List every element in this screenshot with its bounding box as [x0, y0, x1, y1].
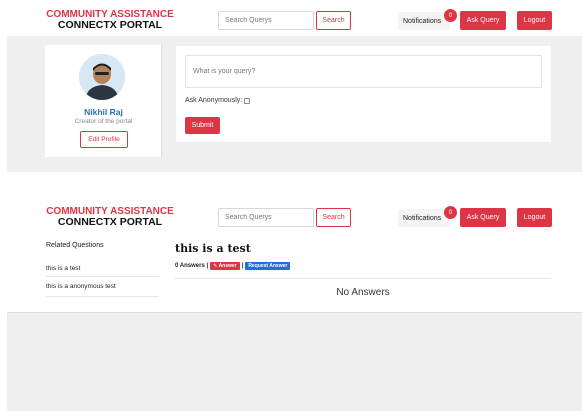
submit-button[interactable]: Submit — [185, 117, 220, 134]
ask-query-button-2[interactable]: Ask Query — [460, 208, 506, 227]
empty-answers-message: No Answers — [336, 287, 390, 298]
question-meta: 0 Answers | ✎ Answer | Request Answer — [175, 262, 291, 270]
search-input-2[interactable] — [218, 208, 314, 227]
notifications-button-2[interactable]: Notifications — [398, 209, 450, 227]
avatar-image — [79, 54, 125, 100]
notifications-count-badge: 0 — [444, 9, 457, 22]
top-navbar-2: COMMUNITY ASSISTANCE CONNECTX PORTAL Sea… — [0, 201, 582, 233]
notifications-count-badge-2: 0 — [444, 206, 457, 219]
divider — [46, 276, 159, 277]
logo-line2: CONNECTX PORTAL — [57, 19, 163, 31]
site-logo-2[interactable]: COMMUNITY ASSISTANCE CONNECTX PORTAL — [46, 207, 174, 228]
edit-profile-button[interactable]: Edit Profile — [80, 131, 128, 148]
footer-area — [7, 312, 582, 411]
divider — [175, 278, 551, 279]
search-input[interactable] — [218, 11, 314, 30]
site-logo[interactable]: COMMUNITY ASSISTANCE CONNECTX PORTAL — [46, 10, 174, 31]
profile-card: Nikhil Raj Creator of the portal Edit Pr… — [45, 45, 162, 157]
query-textarea[interactable]: What is your query? — [185, 55, 542, 88]
answers-count: 0 Answers | — [175, 263, 209, 269]
ask-query-button[interactable]: Ask Query — [460, 11, 506, 30]
logo-line2: CONNECTX PORTAL — [57, 216, 163, 228]
divider — [46, 296, 159, 297]
meta-separator: | — [241, 263, 244, 269]
ask-query-card: What is your query? Ask Anonymously: Sub… — [176, 46, 551, 142]
avatar — [79, 54, 125, 100]
search-button-2[interactable]: Search — [316, 208, 351, 227]
question-title: this is a test — [175, 242, 251, 255]
logout-button[interactable]: Logout — [517, 11, 552, 30]
answer-button-label: Answer — [218, 263, 237, 269]
profile-name: Nikhil Raj — [84, 107, 123, 117]
profile-role: Creator of the portal — [74, 118, 133, 125]
logout-button-2[interactable]: Logout — [517, 208, 552, 227]
top-navbar: COMMUNITY ASSISTANCE CONNECTX PORTAL Sea… — [0, 4, 582, 36]
anonymous-checkbox[interactable] — [244, 97, 251, 104]
related-question-item[interactable]: this is a test — [46, 265, 80, 272]
related-question-item[interactable]: this is a anonymous test — [46, 283, 116, 290]
edit-icon: ✎ — [213, 263, 218, 269]
notifications-button[interactable]: Notifications — [398, 12, 450, 30]
anonymous-option: Ask Anonymously: — [185, 97, 251, 104]
answer-button[interactable]: ✎ Answer — [210, 262, 240, 270]
search-button[interactable]: Search — [316, 11, 351, 30]
request-answer-button[interactable]: Request Answer — [245, 262, 291, 270]
related-questions-title: Related Questions — [46, 242, 104, 249]
anonymous-label: Ask Anonymously: — [185, 97, 243, 104]
